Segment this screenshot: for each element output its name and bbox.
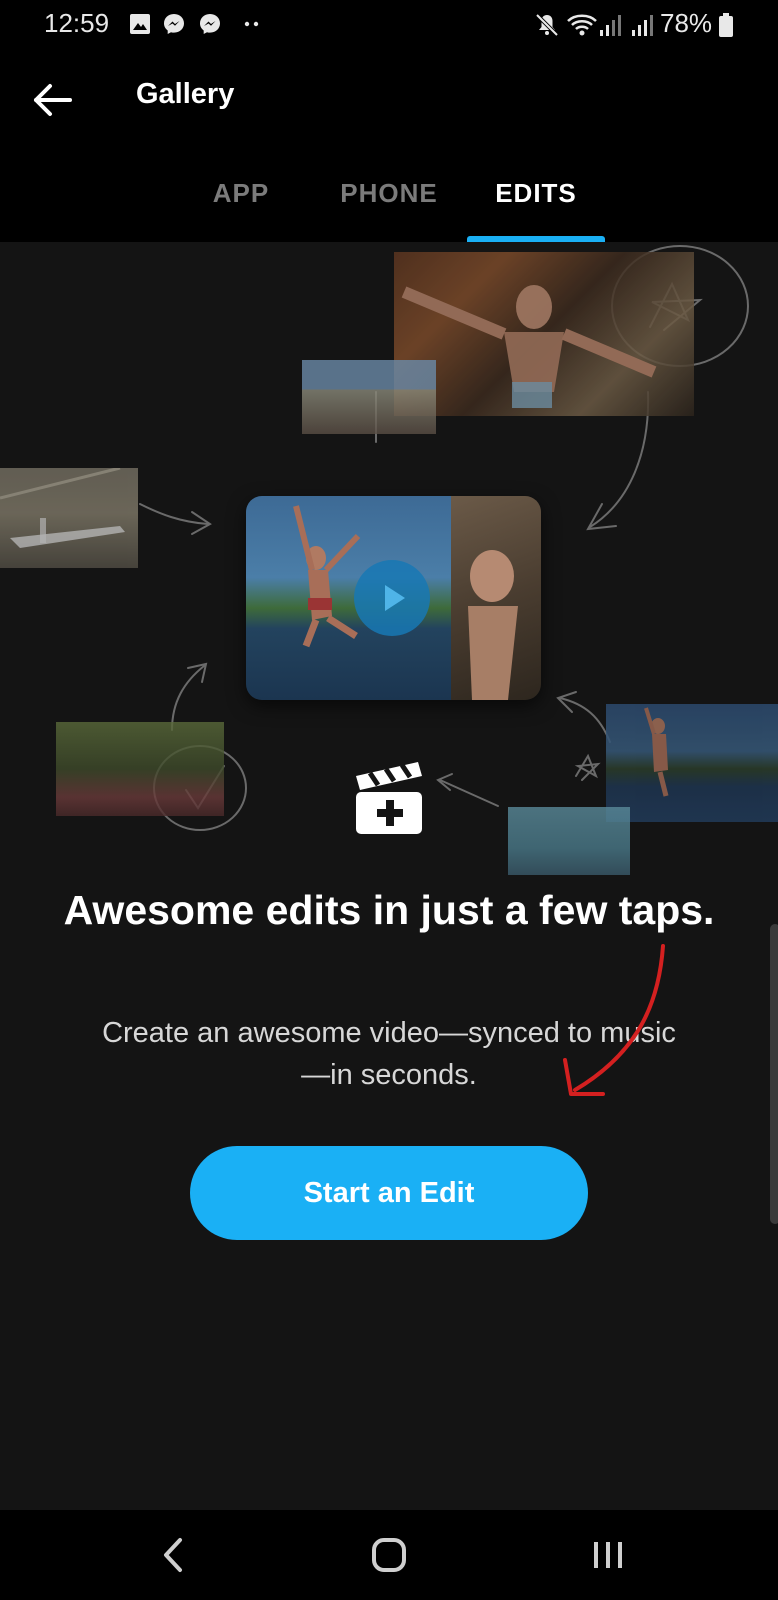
hero-video-thumbnail — [246, 496, 541, 700]
nav-back-button[interactable] — [150, 1532, 200, 1578]
back-arrow-icon — [34, 84, 72, 116]
edits-empty-state: Awesome edits in just a few taps. Create… — [0, 242, 778, 1510]
person-figure — [401, 285, 657, 408]
jumper-figure — [644, 707, 669, 797]
tab-phone[interactable]: PHONE — [330, 178, 448, 209]
collage-photo-jump — [606, 704, 778, 822]
play-button[interactable] — [354, 560, 430, 636]
image-icon — [130, 14, 150, 34]
signal-icon — [600, 15, 621, 36]
nav-back-icon — [164, 1538, 182, 1572]
status-bar: 12:59 78% — [0, 0, 778, 50]
collage-photo-kayak — [56, 722, 224, 816]
messenger-icon — [200, 14, 220, 34]
nav-recents-button[interactable] — [584, 1532, 634, 1578]
scroll-handle[interactable] — [770, 924, 778, 1224]
nav-recents-icon — [594, 1542, 622, 1568]
annotation-arrow-icon — [563, 944, 665, 1096]
start-edit-button[interactable]: Start an Edit — [190, 1146, 588, 1240]
page-title: Gallery — [136, 78, 235, 110]
app-bar: Gallery — [0, 50, 778, 150]
system-nav-bar — [0, 1510, 778, 1600]
airplane-shape — [0, 468, 125, 548]
wifi-icon — [567, 14, 597, 36]
tab-app[interactable]: APP — [200, 178, 282, 209]
empty-state-headline: Awesome edits in just a few taps. — [63, 887, 715, 933]
tab-bar: APP PHONE EDITS — [0, 150, 778, 242]
mute-icon — [535, 13, 559, 37]
battery-icon — [719, 13, 733, 37]
nav-home-button[interactable] — [364, 1532, 414, 1578]
collage-photo-water — [508, 807, 630, 875]
collage-photo-cliff — [394, 252, 694, 416]
collage-photo-car — [302, 360, 436, 434]
back-button[interactable] — [28, 78, 78, 122]
status-time: 12:59 — [44, 8, 110, 38]
nav-home-icon — [372, 1538, 406, 1572]
battery-percent: 78% — [660, 8, 713, 38]
signal-icon — [632, 15, 653, 36]
messenger-icon — [164, 14, 184, 34]
more-dots-icon — [244, 21, 259, 27]
collage-photo-airplane — [0, 468, 138, 568]
tab-edits[interactable]: EDITS — [482, 178, 590, 209]
clapperboard-add-icon — [356, 762, 422, 834]
